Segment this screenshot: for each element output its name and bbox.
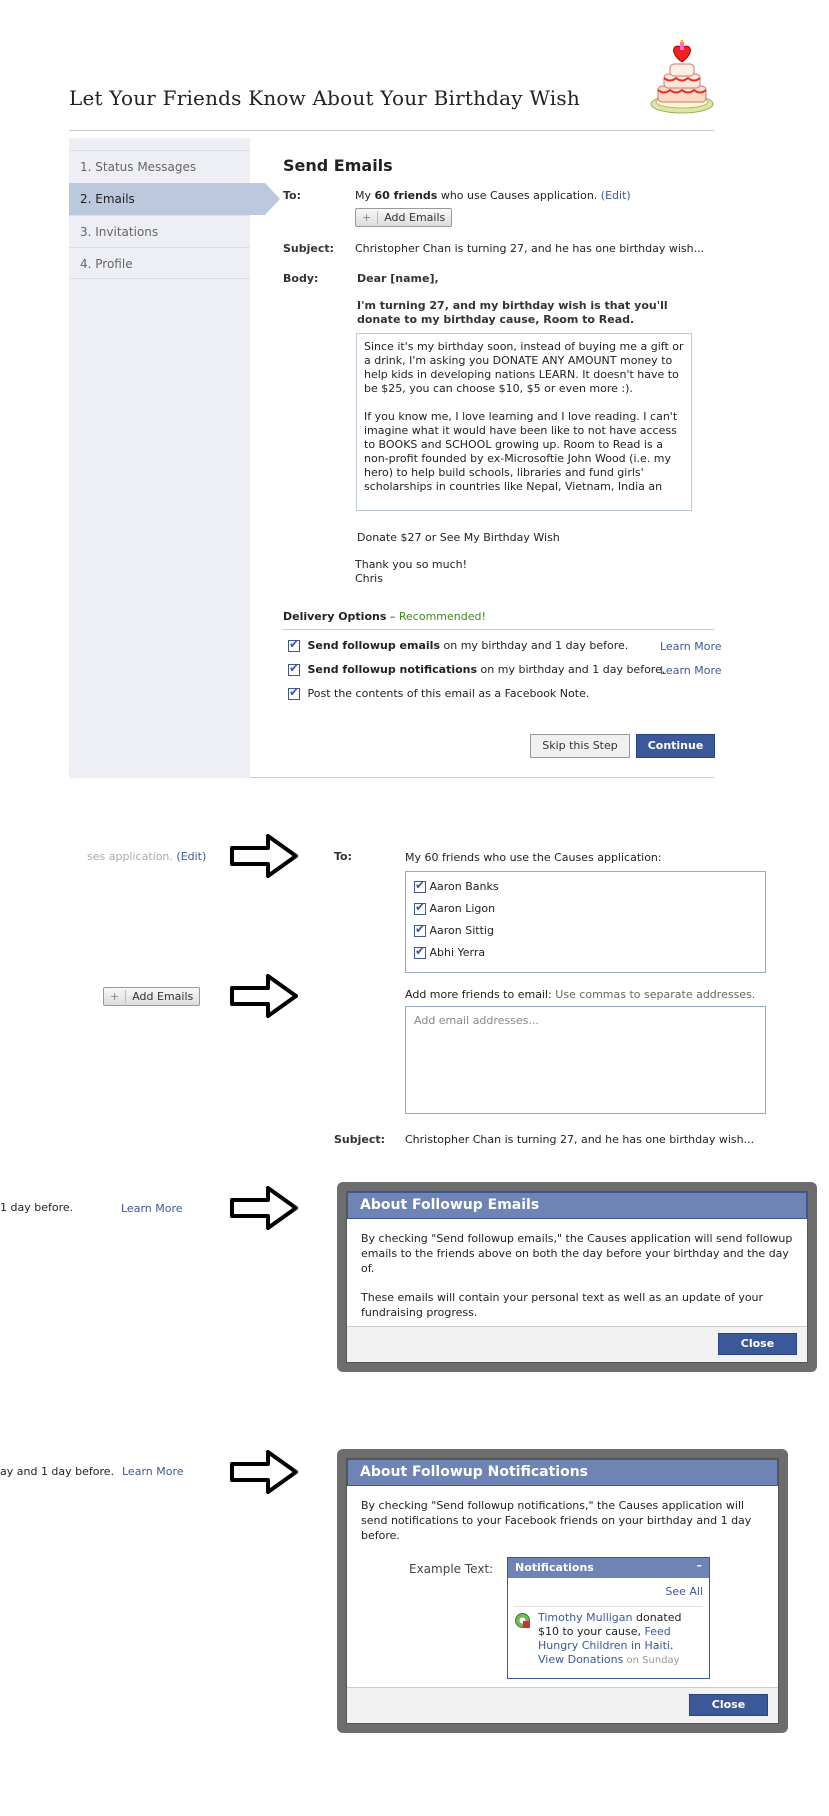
add-emails-snippet-button[interactable]: + Add Emails [103,987,201,1006]
close-button[interactable]: Close [718,1333,797,1355]
dialog-paragraph: By checking "Send followup emails," the … [361,1232,793,1275]
detail-to-label: To: [334,850,352,863]
page-title: Let Your Friends Know About Your Birthda… [69,86,580,110]
email-addresses-input[interactable]: Add email addresses... [405,1006,766,1114]
detail-subject-value[interactable]: Christopher Chan is turning 27, and he h… [405,1133,754,1146]
followup-emails-snippet: 1 day before. [0,1201,74,1214]
followup-notifications-checkbox[interactable] [288,661,300,676]
continue-button[interactable]: Continue [636,734,715,758]
followup-notifications-snippet: ay and 1 day before. [0,1465,115,1478]
to-label: To: [283,189,301,202]
option-facebook-note: Post the contents of this email as a Fac… [288,685,589,700]
friend-row[interactable]: Abhi Yerra [414,944,757,968]
friend-row[interactable]: Aaron Sittig [414,922,757,946]
subject-value[interactable]: Christopher Chan is turning 27, and he h… [355,242,704,255]
friends-list[interactable]: Aaron Banks Aaron Ligon Aaron Sittig Abh… [405,871,766,973]
edit-recipients-link[interactable]: (Edit) [601,189,631,202]
notifications-popup: Notifications – See All Timothy Mulligan… [507,1557,710,1679]
option-followup-emails: Send followup emails on my birthday and … [288,637,628,652]
delivery-divider [283,629,714,630]
close-button[interactable]: Close [689,1694,768,1716]
right-arrow-icon [230,1450,298,1494]
sidebar-item-invitations[interactable]: 3. Invitations [69,215,250,247]
minimize-icon[interactable]: – [697,1559,703,1572]
friend-checkbox[interactable] [414,878,426,893]
body-paragraph-1: Since it's my birthday soon, instead of … [364,340,684,395]
body-donate-line: Donate $27 or See My Birthday Wish [357,531,560,544]
sidebar-item-emails[interactable]: 2. Emails [69,183,280,215]
to-recipients: My 60 friends who use Causes application… [355,189,631,202]
plus-icon: + [362,211,379,224]
right-arrow-icon [230,974,298,1018]
facebook-note-checkbox[interactable] [288,685,300,700]
add-more-friends-label: Add more friends to email: Use commas to… [405,988,756,1001]
body-intro: I'm turning 27, and my birthday wish is … [357,299,668,326]
add-emails-button[interactable]: + Add Emails [355,208,453,227]
friend-row[interactable]: Aaron Ligon [414,900,757,924]
friends-list-heading: My 60 friends who use the Causes applica… [405,851,662,864]
body-textarea[interactable]: Since it's my birthday soon, instead of … [356,333,692,511]
causes-app-icon [515,1613,530,1628]
friend-checkbox[interactable] [414,944,426,959]
friend-row[interactable]: Aaron Banks [414,878,757,902]
right-arrow-icon [230,834,298,878]
body-label: Body: [283,272,319,285]
dialog-paragraph: By checking "Send followup notifications… [361,1499,752,1542]
body-thanks: Thank you so much! [355,558,468,571]
plus-icon: + [110,990,127,1003]
to-snippet: ses application. (Edit) [87,850,207,863]
body-paragraph-2: If you know me, I love learning and I lo… [364,410,678,493]
followup-notifications-snippet-link[interactable]: Learn More [122,1465,184,1478]
dialog-title: About Followup Notifications [347,1459,778,1486]
skip-step-button[interactable]: Skip this Step [530,734,630,758]
option-followup-notifications: Send followup notifications on my birthd… [288,661,665,676]
subject-label: Subject: [283,242,335,255]
followup-notifications-dialog: About Followup Notifications By checking… [337,1449,788,1733]
birthday-cake-icon [650,40,714,114]
followup-emails-dialog: About Followup Emails By checking "Send … [337,1182,817,1372]
learn-more-emails-link[interactable]: Learn More [660,640,722,653]
detail-subject-label: Subject: [334,1133,386,1146]
notifications-header: Notifications – [508,1558,709,1578]
title-divider [69,130,714,131]
right-arrow-icon [230,1186,298,1230]
followup-emails-checkbox[interactable] [288,637,300,652]
sidebar-item-status-messages[interactable]: 1. Status Messages [69,150,250,182]
example-text-label: Example Text: [409,1562,494,1576]
friend-count: 60 friends [374,189,438,202]
notification-item[interactable]: Timothy Mulligan donated $10 to your cau… [514,1606,703,1668]
wizard-sidebar: 1. Status Messages 2. Emails 3. Invitati… [69,138,280,778]
learn-more-notifications-link[interactable]: Learn More [660,664,722,677]
friend-checkbox[interactable] [414,900,426,915]
see-all-link[interactable]: See All [665,1585,703,1598]
dialog-title: About Followup Emails [347,1192,807,1219]
friend-checkbox[interactable] [414,922,426,937]
dialog-paragraph: These emails will contain your personal … [361,1291,764,1319]
followup-emails-snippet-link[interactable]: Learn More [121,1202,183,1215]
section-title: Send Emails [283,156,393,175]
body-greeting: Dear [name], [357,272,439,285]
recommended-tag: Recommended! [398,610,486,623]
delivery-options-heading: Delivery Options – Recommended! [283,610,486,623]
body-signature: Chris [355,572,383,585]
sidebar-item-profile[interactable]: 4. Profile [69,247,250,279]
